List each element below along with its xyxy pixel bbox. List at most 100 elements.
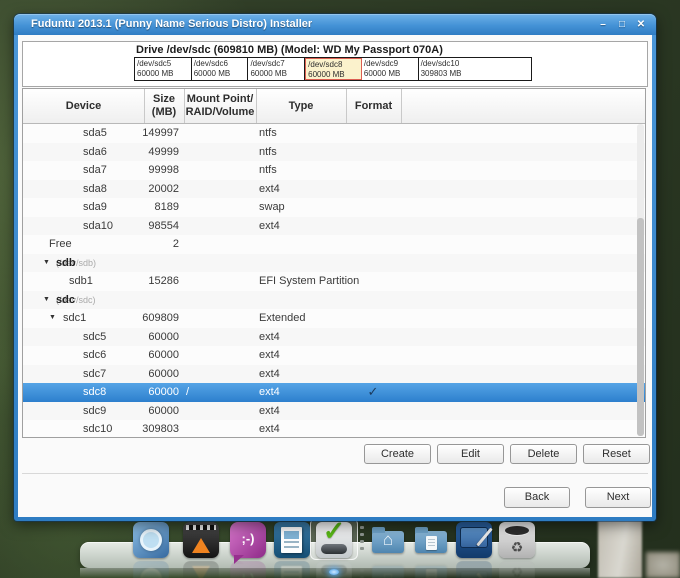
cell-type: ext4 bbox=[259, 328, 280, 347]
cell-device: sda5 bbox=[83, 124, 107, 143]
next-button[interactable]: Next bbox=[585, 487, 651, 508]
column-header-type[interactable]: Type bbox=[256, 89, 346, 123]
dock-icon-libreoffice-writer[interactable] bbox=[274, 522, 310, 558]
dock-icon-display-settings[interactable] bbox=[456, 522, 492, 558]
table-scrollbar[interactable] bbox=[637, 124, 644, 436]
minimize-icon[interactable]: – bbox=[596, 19, 610, 30]
expander-icon[interactable]: ▼ bbox=[43, 254, 50, 273]
back-button[interactable]: Back bbox=[504, 487, 570, 508]
table-row[interactable]: sda9 8189 swap bbox=[23, 198, 645, 217]
column-header-mount[interactable]: Mount Point/RAID/Volume bbox=[184, 89, 256, 123]
dock-icon-installer[interactable] bbox=[316, 522, 352, 558]
separator-line bbox=[22, 473, 648, 474]
table-row[interactable]: sdb1 15286 EFI System Partition bbox=[23, 272, 645, 291]
cell-type: ext4 bbox=[259, 420, 280, 437]
cell-size: 60000 bbox=[113, 402, 179, 421]
expander-icon[interactable]: ▼ bbox=[43, 291, 50, 310]
dock-icon-home-folder[interactable]: ⌂⌂ bbox=[370, 522, 406, 558]
wallpaper-fur-highlight bbox=[646, 552, 680, 578]
cell-size: 15286 bbox=[113, 272, 179, 291]
cell-device: sda7 bbox=[83, 161, 107, 180]
cell-size: 8189 bbox=[113, 198, 179, 217]
table-row[interactable]: sda6 49999 ntfs bbox=[23, 143, 645, 162]
cell-type: EFI System Partition bbox=[259, 272, 359, 291]
cell-size: 149997 bbox=[113, 124, 179, 143]
partition-segment[interactable]: /dev/sdc960000 MB bbox=[362, 58, 419, 80]
partition-segment[interactable]: /dev/sdc860000 MB bbox=[305, 58, 362, 80]
table-row[interactable]: ▼ sdc1 609809 Extended bbox=[23, 309, 645, 328]
cell-device: sdb1 bbox=[69, 272, 93, 291]
expander-icon[interactable]: ▼ bbox=[49, 309, 56, 328]
window-content: Drive /dev/sdc (609810 MB) (Model: WD My… bbox=[18, 35, 652, 517]
table-row[interactable]: sda10 98554 ext4 bbox=[23, 217, 645, 236]
edit-button[interactable]: Edit bbox=[437, 444, 504, 464]
create-button[interactable]: Create bbox=[364, 444, 431, 464]
running-app-indicator bbox=[329, 569, 339, 575]
cell-size: 60000 bbox=[113, 346, 179, 365]
cell-type: ntfs bbox=[259, 161, 277, 180]
dock-icon-chromium-browser[interactable] bbox=[133, 522, 169, 558]
table-row[interactable]: sda8 20002 ext4 bbox=[23, 180, 645, 199]
dock-icon-pidgin-messenger[interactable]: ;-);-) bbox=[230, 522, 266, 558]
cell-size: 60000 bbox=[113, 328, 179, 347]
cell-device: sdc1 bbox=[63, 309, 86, 328]
table-row[interactable]: sda5 149997 ntfs bbox=[23, 124, 645, 143]
table-row[interactable]: sdc7 60000 ext4 bbox=[23, 365, 645, 384]
maximize-icon[interactable]: □ bbox=[615, 19, 629, 30]
cell-type: ext4 bbox=[259, 217, 280, 236]
drive-panel: Drive /dev/sdc (609810 MB) (Model: WD My… bbox=[22, 41, 648, 87]
column-header-format[interactable]: Format bbox=[346, 89, 401, 123]
drive-title: Drive /dev/sdc (609810 MB) (Model: WD My… bbox=[136, 44, 443, 56]
cell-type: ntfs bbox=[259, 124, 277, 143]
cell-device: Free bbox=[49, 235, 72, 254]
dock-icon-documents-folder[interactable] bbox=[413, 522, 449, 558]
cell-size: 49999 bbox=[113, 143, 179, 162]
partition-segment[interactable]: /dev/sdc760000 MB bbox=[248, 58, 305, 80]
close-icon[interactable]: ✕ bbox=[634, 19, 648, 30]
cell-type: ext4 bbox=[259, 346, 280, 365]
installer-window: Fuduntu 2013.1 (Punny Name Serious Distr… bbox=[14, 14, 656, 521]
cell-size: 98554 bbox=[113, 217, 179, 236]
table-row[interactable]: sdc9 60000 ext4 bbox=[23, 402, 645, 421]
cell-type: ntfs bbox=[259, 143, 277, 162]
window-title: Fuduntu 2013.1 (Punny Name Serious Distr… bbox=[31, 14, 312, 35]
table-row[interactable]: sdc6 60000 ext4 bbox=[23, 346, 645, 365]
table-header: Device Size(MB) Mount Point/RAID/Volume … bbox=[23, 89, 645, 124]
cell-type: swap bbox=[259, 198, 285, 217]
partition-bar: /dev/sdc560000 MB/dev/sdc660000 MB/dev/s… bbox=[134, 57, 532, 81]
table-row[interactable]: sdc5 60000 ext4 bbox=[23, 328, 645, 347]
cell-mount: / bbox=[186, 383, 189, 402]
cell-size: 60000 bbox=[113, 365, 179, 384]
dock-icon-trash[interactable] bbox=[499, 522, 535, 558]
column-header-device[interactable]: Device bbox=[23, 89, 144, 123]
cell-size: 60000 bbox=[113, 383, 179, 402]
cell-device: sdc10 bbox=[83, 420, 112, 437]
table-row[interactable]: sda7 99998 ntfs bbox=[23, 161, 645, 180]
partition-segment[interactable]: /dev/sdc10309803 MB bbox=[419, 58, 531, 80]
column-header-size[interactable]: Size(MB) bbox=[144, 89, 184, 123]
wallpaper-fur-highlight bbox=[598, 518, 642, 578]
reset-button[interactable]: Reset bbox=[583, 444, 650, 464]
cell-type: ext4 bbox=[259, 180, 280, 199]
partition-segment[interactable]: /dev/sdc560000 MB bbox=[135, 58, 192, 80]
cell-device: sdc8 bbox=[83, 383, 106, 402]
partition-table: Device Size(MB) Mount Point/RAID/Volume … bbox=[22, 88, 646, 438]
table-row[interactable]: ▼ sdb(/dev/sdb) bbox=[23, 254, 645, 273]
cell-size: 609809 bbox=[113, 309, 179, 328]
table-row[interactable]: sdc8 60000 / ext4 ✓ bbox=[23, 383, 645, 402]
cell-device: sdc5 bbox=[83, 328, 106, 347]
table-row[interactable]: ▼ sdc(/dev/sdc) bbox=[23, 291, 645, 310]
delete-button[interactable]: Delete bbox=[510, 444, 577, 464]
titlebar[interactable]: Fuduntu 2013.1 (Punny Name Serious Distr… bbox=[14, 14, 656, 35]
table-row[interactable]: Free 2 bbox=[23, 235, 645, 254]
table-row[interactable]: sdc10 309803 ext4 bbox=[23, 420, 645, 437]
scrollbar-thumb[interactable] bbox=[637, 218, 644, 436]
cell-type: ext4 bbox=[259, 383, 280, 402]
cell-type: ext4 bbox=[259, 402, 280, 421]
window-controls: – □ ✕ bbox=[596, 14, 648, 35]
dock-icon-vlc-player[interactable] bbox=[183, 522, 219, 558]
cell-device: sdb bbox=[56, 254, 76, 273]
cell-device: sdc6 bbox=[83, 346, 106, 365]
partition-segment[interactable]: /dev/sdc660000 MB bbox=[192, 58, 249, 80]
cell-size: 2 bbox=[113, 235, 179, 254]
